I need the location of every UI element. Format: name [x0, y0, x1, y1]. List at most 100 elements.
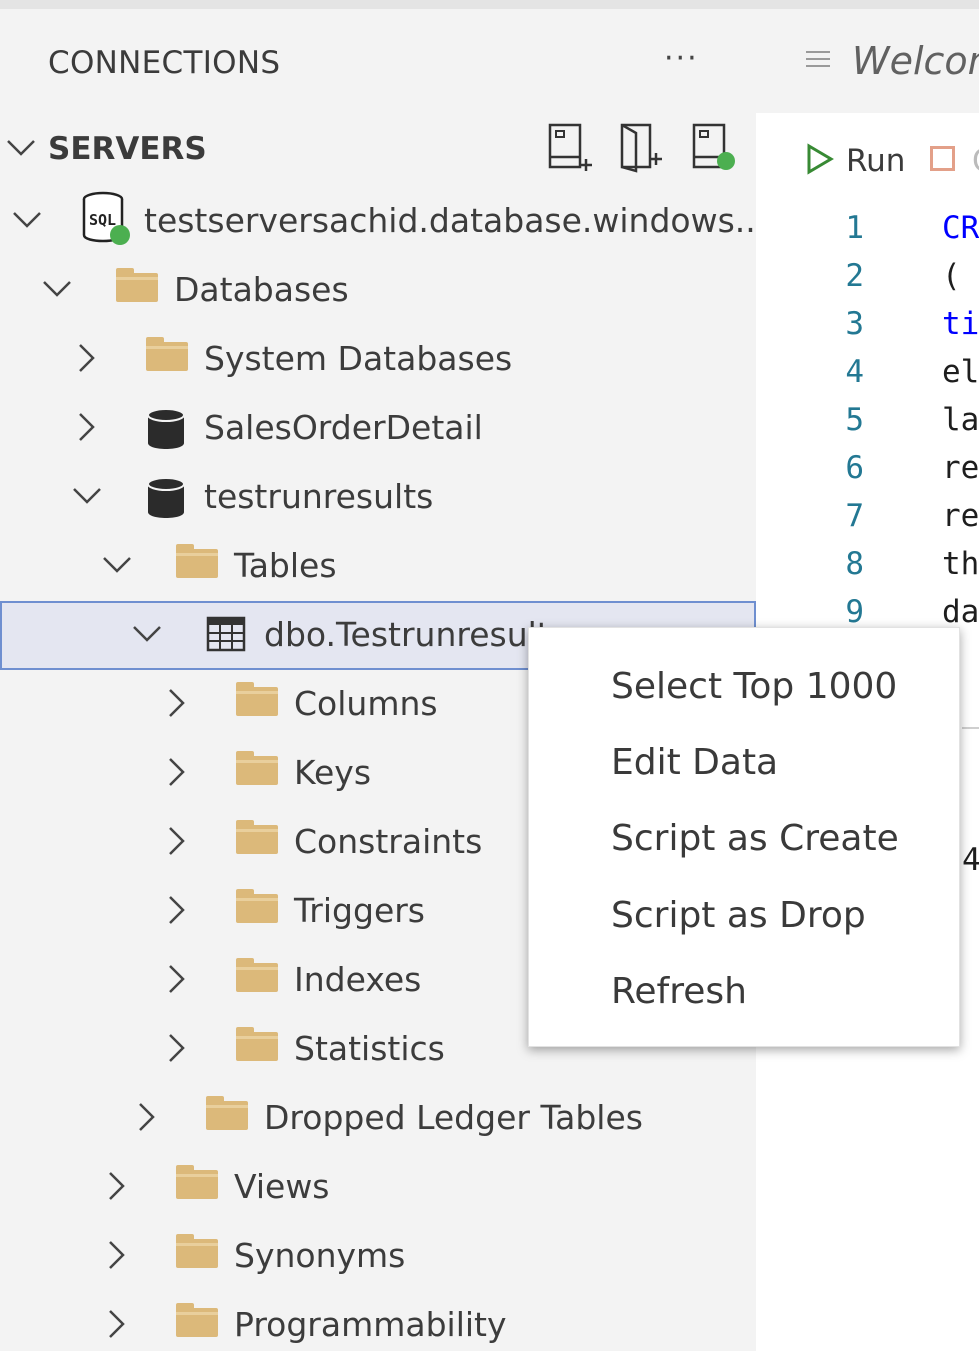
menu-item-edit-data[interactable]: Edit Data: [611, 742, 778, 783]
tree-node-label: System Databases: [204, 339, 513, 378]
document-lines-icon: [806, 51, 830, 72]
code-line: th: [942, 546, 979, 582]
chevron-down-icon[interactable]: [4, 131, 38, 165]
chevron-right-icon[interactable]: [162, 895, 192, 925]
tree-node[interactable]: System Databases: [0, 325, 756, 394]
menu-item-script-as-create[interactable]: Script as Create: [611, 818, 899, 859]
tree-node-label: Columns: [294, 684, 438, 723]
tree-node-label: Keys: [294, 753, 372, 792]
svg-text:SQL: SQL: [89, 211, 116, 229]
context-menu: Select Top 1000 Edit Data Script as Crea…: [528, 627, 960, 1047]
chevron-right-icon[interactable]: [162, 1033, 192, 1063]
chevron-down-icon[interactable]: [12, 205, 42, 235]
new-query-icon[interactable]: [546, 121, 594, 173]
window-top-strip: [0, 0, 979, 9]
chevron-down-icon[interactable]: [132, 619, 162, 649]
code-line: re: [942, 450, 979, 486]
folder-icon: [236, 889, 278, 923]
server-label: testserversachid.database.windows....: [144, 201, 756, 240]
chevron-down-icon[interactable]: [102, 550, 132, 580]
line-number: 6: [845, 450, 864, 486]
folder-icon: [236, 751, 278, 785]
chevron-right-icon[interactable]: [132, 1102, 162, 1132]
folder-icon: [236, 958, 278, 992]
folder-icon: [236, 682, 278, 716]
new-connection-icon[interactable]: [618, 121, 666, 173]
run-play-icon[interactable]: [806, 143, 834, 175]
tree-node[interactable]: Dropped Ledger Tables: [0, 1084, 756, 1153]
cancel-label-fragment: C: [972, 143, 979, 179]
folder-icon: [176, 1165, 218, 1199]
tree-node[interactable]: Programmability: [0, 1291, 756, 1351]
tree-node-label: Statistics: [294, 1029, 445, 1068]
code-line: ti: [942, 306, 979, 342]
cancel-icon[interactable]: [930, 146, 955, 171]
chevron-right-icon[interactable]: [102, 1309, 132, 1339]
folder-icon: [236, 1027, 278, 1061]
connected-server-icon[interactable]: [690, 121, 738, 173]
code-line: da: [942, 594, 979, 630]
tree-node[interactable]: SalesOrderDetail: [0, 394, 756, 463]
more-actions-icon[interactable]: ···: [664, 44, 699, 74]
tree-node-label: Dropped Ledger Tables: [264, 1098, 643, 1137]
tree-node-label: Indexes: [294, 960, 422, 999]
menu-item-select-top-1000[interactable]: Select Top 1000: [611, 666, 897, 707]
server-node[interactable]: SQL testserversachid.database.windows...…: [0, 187, 756, 256]
chevron-right-icon[interactable]: [162, 688, 192, 718]
chevron-right-icon[interactable]: [102, 1240, 132, 1270]
table-icon: [206, 616, 246, 652]
line-number: 8: [845, 546, 864, 582]
tree-node[interactable]: Databases: [0, 256, 756, 325]
tree-node-label: SalesOrderDetail: [204, 408, 483, 447]
folder-icon: [206, 1096, 248, 1130]
folder-icon: [146, 337, 188, 371]
sql-server-icon: SQL: [82, 191, 130, 245]
result-fragment: 4: [962, 842, 979, 878]
tree-node-label: dbo.Testrunresults: [264, 615, 567, 654]
editor-divider: [962, 727, 979, 729]
tab-welcome[interactable]: Welcom: [852, 39, 979, 83]
servers-section-header[interactable]: SERVERS: [0, 123, 756, 173]
line-number: 3: [845, 306, 864, 342]
menu-item-refresh[interactable]: Refresh: [611, 971, 747, 1012]
tree-node-label: Constraints: [294, 822, 483, 861]
chevron-right-icon[interactable]: [102, 1171, 132, 1201]
chevron-right-icon[interactable]: [72, 412, 102, 442]
folder-icon: [176, 544, 218, 578]
folder-icon: [176, 1234, 218, 1268]
code-line: (: [942, 258, 961, 294]
tree-node[interactable]: Views: [0, 1153, 756, 1222]
tree-node-label: Triggers: [294, 891, 426, 930]
tree-node[interactable]: Tables: [0, 532, 756, 601]
database-icon: [147, 477, 185, 518]
database-icon: [147, 408, 185, 449]
line-number: 4: [845, 354, 864, 390]
tree-node-label: Databases: [174, 270, 349, 309]
code-line: re: [942, 498, 979, 534]
code-line: la: [942, 402, 979, 438]
sidebar-title: CONNECTIONS: [48, 45, 281, 81]
menu-item-script-as-drop[interactable]: Script as Drop: [611, 895, 866, 936]
tree-node[interactable]: testrunresults: [0, 463, 756, 532]
tree-node-label: Programmability: [234, 1305, 507, 1344]
servers-label: SERVERS: [48, 131, 207, 167]
chevron-down-icon[interactable]: [72, 481, 102, 511]
tree-node[interactable]: Synonyms: [0, 1222, 756, 1291]
chevron-down-icon[interactable]: [42, 274, 72, 304]
chevron-right-icon[interactable]: [162, 826, 192, 856]
line-number: 2: [845, 258, 864, 294]
line-number: 1: [845, 210, 864, 246]
line-number: 7: [845, 498, 864, 534]
chevron-right-icon[interactable]: [162, 964, 192, 994]
code-line: el: [942, 354, 979, 390]
chevron-right-icon[interactable]: [72, 343, 102, 373]
chevron-right-icon[interactable]: [162, 757, 192, 787]
run-button[interactable]: Run: [846, 143, 905, 179]
folder-icon: [176, 1303, 218, 1337]
tree-node-label: Synonyms: [234, 1236, 406, 1275]
tree-node-label: Tables: [234, 546, 337, 585]
editor-tab-bar: Welcom: [756, 9, 979, 113]
line-number: 9: [845, 594, 864, 630]
tree-node-label: Views: [234, 1167, 330, 1206]
tree-node-label: testrunresults: [204, 477, 434, 516]
